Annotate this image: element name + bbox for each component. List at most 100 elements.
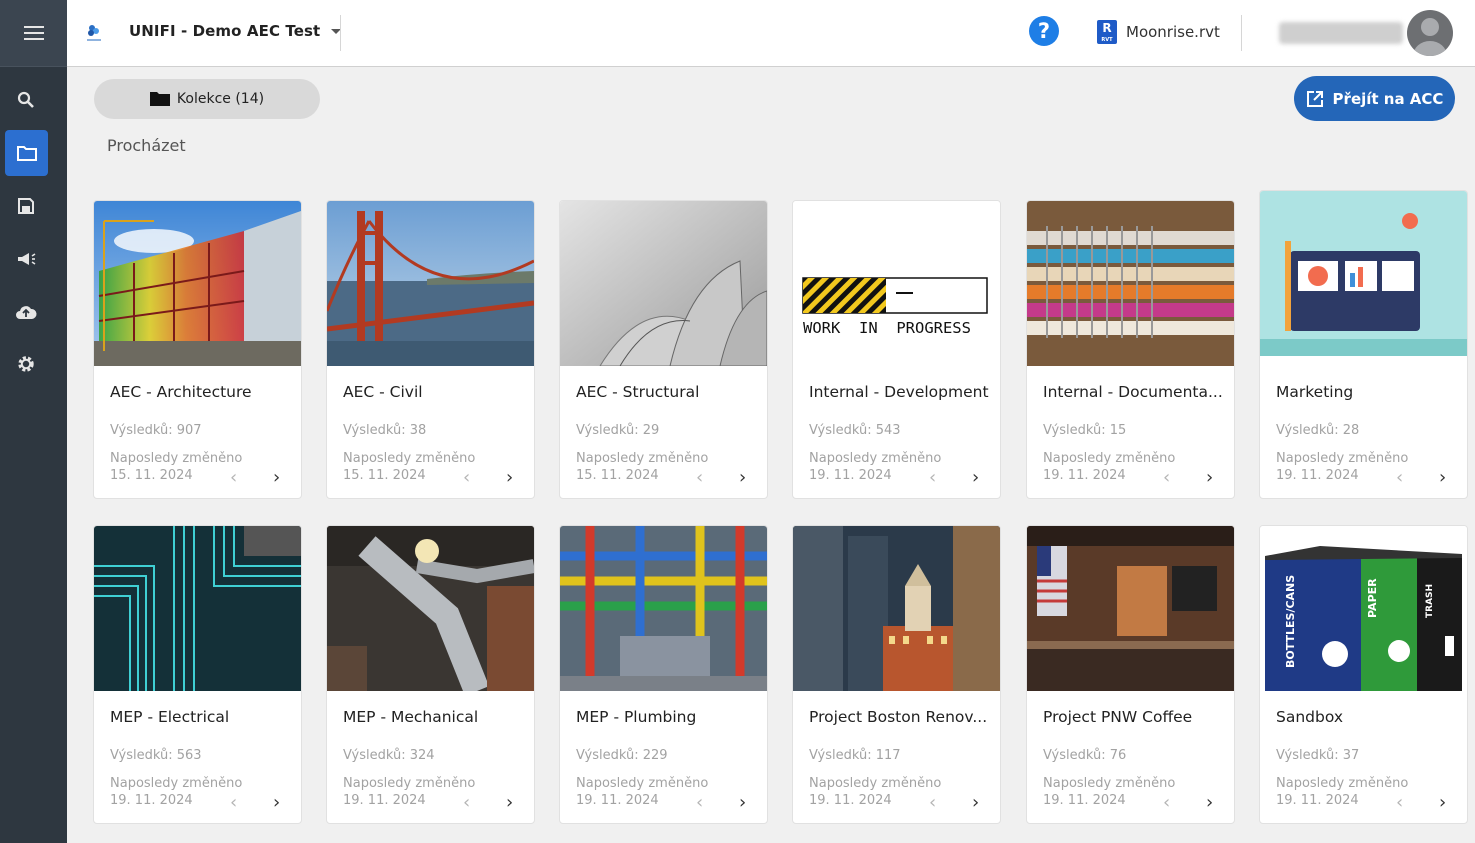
- nav-search[interactable]: [5, 79, 47, 121]
- card-modified: Naposledy změněno 19. 11. 2024: [1276, 776, 1409, 808]
- collection-card[interactable]: AEC - Architecture Výsledků: 907 Naposle…: [93, 200, 302, 499]
- card-date: 19. 11. 2024: [110, 793, 193, 808]
- card-date: 19. 11. 2024: [576, 793, 659, 808]
- divider: [1241, 15, 1242, 51]
- menu-button[interactable]: [0, 0, 67, 67]
- nav-upload[interactable]: [5, 291, 47, 333]
- chevron-left-icon[interactable]: ‹: [929, 792, 936, 813]
- card-image: WORK IN PROGRESS: [793, 201, 1000, 366]
- card-image: BOTTLES/CANS PAPER TRASH: [1260, 526, 1467, 691]
- chevron-left-icon[interactable]: ‹: [696, 792, 703, 813]
- go-to-acc-label: Přejít na ACC: [1332, 89, 1444, 108]
- bin-label-bottles: BOTTLES/CANS: [1284, 574, 1297, 668]
- nav-announcements[interactable]: [5, 238, 47, 280]
- collection-card[interactable]: BOTTLES/CANS PAPER TRASH Sandbox Výsledk…: [1259, 525, 1468, 824]
- chevron-left-icon[interactable]: ‹: [1396, 467, 1403, 488]
- card-title: MEP - Mechanical: [343, 708, 479, 726]
- chevron-right-icon[interactable]: ›: [506, 792, 513, 813]
- chevron-right-icon[interactable]: ›: [972, 792, 979, 813]
- nav-save[interactable]: [5, 185, 47, 227]
- card-date: 15. 11. 2024: [343, 468, 426, 483]
- help-icon: ?: [1037, 19, 1051, 43]
- chevron-left-icon[interactable]: ‹: [1396, 792, 1403, 813]
- card-date: 19. 11. 2024: [809, 468, 892, 483]
- chevron-right-icon[interactable]: ›: [739, 467, 746, 488]
- collection-card[interactable]: MEP - Mechanical Výsledků: 324 Naposledy…: [326, 525, 535, 824]
- card-count: Výsledků: 543: [809, 423, 901, 438]
- project-selector[interactable]: UNIFI - Demo AEC Test: [129, 22, 341, 40]
- chevron-right-icon[interactable]: ›: [1206, 792, 1213, 813]
- help-button[interactable]: ?: [1029, 16, 1059, 46]
- card-title: Sandbox: [1276, 708, 1344, 726]
- chevron-right-icon[interactable]: ›: [506, 467, 513, 488]
- collection-card[interactable]: AEC - Civil Výsledků: 38 Naposledy změně…: [326, 200, 535, 499]
- card-title: Marketing: [1276, 383, 1354, 401]
- collection-card[interactable]: WORK IN PROGRESS Internal - Development …: [792, 200, 1001, 499]
- card-image: [94, 201, 301, 366]
- avatar[interactable]: [1407, 10, 1453, 56]
- chevron-right-icon[interactable]: ›: [273, 792, 280, 813]
- card-date: 19. 11. 2024: [1276, 793, 1359, 808]
- card-title: MEP - Electrical: [110, 708, 230, 726]
- search-icon: [17, 91, 34, 108]
- card-modified: Naposledy změněno 19. 11. 2024: [1276, 451, 1409, 483]
- go-to-acc-button[interactable]: Přejít na ACC: [1294, 76, 1455, 121]
- card-modified: Naposledy změněno 15. 11. 2024: [343, 451, 476, 483]
- bin-label-paper: PAPER: [1366, 578, 1379, 618]
- chevron-right-icon[interactable]: ›: [1206, 467, 1213, 488]
- card-modified: Naposledy změněno 15. 11. 2024: [576, 451, 709, 483]
- card-count: Výsledků: 76: [1043, 748, 1127, 763]
- card-image: [1027, 201, 1234, 366]
- chevron-left-icon[interactable]: ‹: [1163, 792, 1170, 813]
- chevron-left-icon[interactable]: ‹: [463, 467, 470, 488]
- card-count: Výsledků: 29: [576, 423, 660, 438]
- project-name: UNIFI - Demo AEC Test: [129, 22, 321, 40]
- collections-button[interactable]: Kolekce (14): [94, 79, 320, 119]
- collection-card[interactable]: MEP - Plumbing Výsledků: 229 Naposledy z…: [559, 525, 768, 824]
- card-date: 19. 11. 2024: [1043, 793, 1126, 808]
- chevron-left-icon[interactable]: ‹: [230, 792, 237, 813]
- card-image: [560, 526, 767, 691]
- card-modified: Naposledy změněno 19. 11. 2024: [343, 776, 476, 808]
- nav-browse[interactable]: [5, 130, 48, 176]
- work-in-progress-text: WORK IN PROGRESS: [803, 319, 971, 337]
- bin-label-trash: TRASH: [1425, 583, 1435, 618]
- collection-card[interactable]: AEC - Structural Výsledků: 29 Naposledy …: [559, 200, 768, 499]
- chevron-left-icon[interactable]: ‹: [1163, 467, 1170, 488]
- card-modified: Naposledy změněno 15. 11. 2024: [110, 451, 243, 483]
- chevron-right-icon[interactable]: ›: [1439, 792, 1446, 813]
- browse-heading: Procházet: [107, 136, 186, 155]
- card-count: Výsledků: 229: [576, 748, 668, 763]
- card-count: Výsledků: 563: [110, 748, 202, 763]
- collection-card[interactable]: MEP - Electrical Výsledků: 563 Naposledy…: [93, 525, 302, 824]
- card-title: Internal - Documenta...: [1043, 383, 1223, 401]
- card-image: [1027, 526, 1234, 691]
- collection-card[interactable]: Project PNW Coffee Výsledků: 76 Naposled…: [1026, 525, 1235, 824]
- chevron-right-icon[interactable]: ›: [739, 792, 746, 813]
- card-date: 19. 11. 2024: [809, 793, 892, 808]
- card-count: Výsledků: 28: [1276, 423, 1360, 438]
- collection-card[interactable]: Project Boston Renov... Výsledků: 117 Na…: [792, 525, 1001, 824]
- collections-label: Kolekce (14): [176, 91, 265, 107]
- card-count: Výsledků: 37: [1276, 748, 1360, 763]
- megaphone-icon: [18, 253, 36, 265]
- collection-card[interactable]: Marketing Výsledků: 28 Naposledy změněno…: [1259, 190, 1468, 499]
- chevron-right-icon[interactable]: ›: [1439, 467, 1446, 488]
- chevron-left-icon[interactable]: ‹: [463, 792, 470, 813]
- card-count: Výsledků: 117: [809, 748, 901, 763]
- external-link-icon: [1306, 90, 1323, 107]
- card-date: 19. 11. 2024: [343, 793, 426, 808]
- card-image: [327, 201, 534, 366]
- chevron-right-icon[interactable]: ›: [273, 467, 280, 488]
- chevron-left-icon[interactable]: ‹: [929, 467, 936, 488]
- card-date: 19. 11. 2024: [1043, 468, 1126, 483]
- chevron-left-icon[interactable]: ‹: [696, 467, 703, 488]
- chevron-left-icon[interactable]: ‹: [230, 467, 237, 488]
- card-title: Project PNW Coffee: [1043, 708, 1193, 726]
- card-modified: Naposledy změněno 19. 11. 2024: [809, 451, 942, 483]
- top-bar: UNIFI - Demo AEC Test ? R RVT Moonrise.rv…: [67, 0, 1475, 67]
- nav-settings[interactable]: [5, 343, 47, 385]
- chevron-right-icon[interactable]: ›: [972, 467, 979, 488]
- collection-card[interactable]: Internal - Documenta... Výsledků: 15 Nap…: [1026, 200, 1235, 499]
- save-icon: [18, 198, 34, 214]
